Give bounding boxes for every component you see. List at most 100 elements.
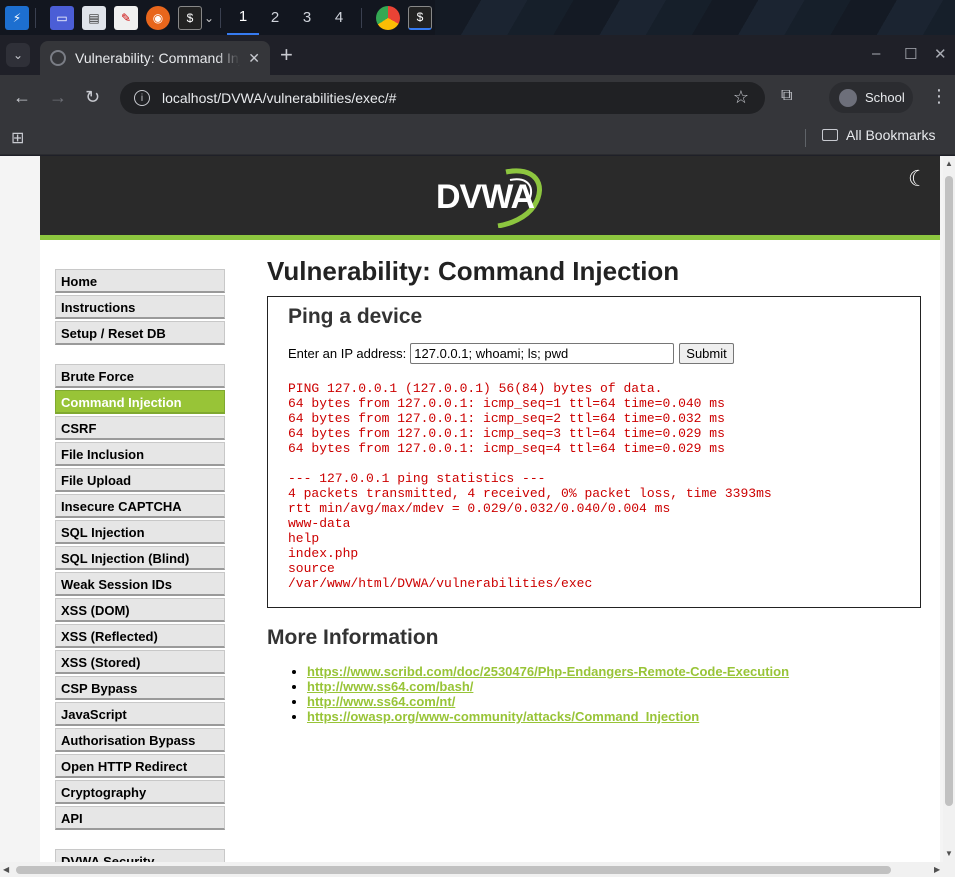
workspace-4[interactable]: 4: [323, 0, 355, 35]
tab-active[interactable]: Vulnerability: Command Injection ✕: [40, 41, 270, 75]
chrome-icon[interactable]: [376, 5, 400, 30]
text-editor-icon[interactable]: ✎: [114, 5, 138, 30]
browser-menu-icon[interactable]: ⋮: [930, 86, 948, 107]
sidebar-item-api[interactable]: API: [55, 806, 225, 830]
new-tab-icon[interactable]: +: [280, 44, 293, 66]
bookmarks-bar: ⊞ All Bookmarks: [0, 120, 955, 155]
sidebar-item-weak-session-ids[interactable]: Weak Session IDs: [55, 572, 225, 596]
scroll-left-icon[interactable]: ◀: [3, 865, 9, 874]
dvwa-logo[interactable]: DVWA: [436, 166, 546, 228]
sidebar-item-sql-injection-blind[interactable]: SQL Injection (Blind): [55, 546, 225, 570]
sidebar-item-insecure-captcha[interactable]: Insecure CAPTCHA: [55, 494, 225, 518]
site-info-icon[interactable]: i: [134, 90, 150, 106]
ping-form: Enter an IP address: Submit: [288, 343, 900, 364]
list-item: http://www.ss64.com/nt/: [307, 694, 922, 709]
url-text[interactable]: localhost/DVWA/vulnerabilities/exec/#: [162, 90, 396, 106]
bookmark-star-icon[interactable]: ☆: [733, 87, 749, 108]
dvwa-header: DVWA ☾: [40, 156, 940, 240]
taskbar-wallpaper-decoration: [435, 0, 955, 35]
sidebar-item-sql-injection[interactable]: SQL Injection: [55, 520, 225, 544]
sidebar-item-command-injection[interactable]: Command Injection: [55, 390, 225, 414]
sidebar-item-xss-stored[interactable]: XSS (Stored): [55, 650, 225, 674]
minimize-icon[interactable]: –: [872, 45, 880, 62]
horizontal-scrollbar[interactable]: ◀ ▶: [0, 862, 955, 877]
forward-icon[interactable]: →: [49, 87, 67, 108]
output-line: 64 bytes from 127.0.0.1: icmp_seq=1 ttl=…: [288, 396, 725, 411]
reload-icon[interactable]: ↻: [85, 87, 100, 108]
dvwa-sidebar-menu: Home Instructions Setup / Reset DB Brute F…: [55, 269, 225, 862]
window-close-icon[interactable]: ✕: [934, 45, 947, 63]
main-content: Vulnerability: Command Injection Ping a …: [267, 256, 922, 724]
all-bookmarks-label: All Bookmarks: [846, 127, 936, 143]
tab-search-icon[interactable]: ⌄: [6, 43, 30, 67]
sidebar-item-xss-dom[interactable]: XSS (DOM): [55, 598, 225, 622]
sidebar-item-xss-reflected[interactable]: XSS (Reflected): [55, 624, 225, 648]
horizontal-scroll-thumb[interactable]: [16, 866, 891, 874]
workspace-3[interactable]: 3: [291, 0, 323, 35]
sidebar-item-dvwa-security[interactable]: DVWA Security: [55, 849, 225, 862]
firefox-icon[interactable]: ◉: [146, 5, 170, 30]
sidebar-item-brute-force[interactable]: Brute Force: [55, 364, 225, 388]
tab-favicon-icon: [50, 50, 66, 66]
vertical-scrollbar[interactable]: ▲ ▼: [943, 156, 955, 862]
terminal-window-icon[interactable]: $: [408, 5, 432, 30]
apps-grid-icon[interactable]: ⊞: [11, 128, 24, 148]
terminal-icon[interactable]: $: [178, 5, 202, 30]
theme-toggle-icon[interactable]: ☾: [908, 166, 938, 196]
profile-name: School: [865, 90, 905, 105]
scroll-up-icon[interactable]: ▲: [945, 159, 953, 168]
extensions-icon[interactable]: ⧉: [781, 87, 792, 105]
output-line: 4 packets transmitted, 4 received, 0% pa…: [288, 486, 772, 501]
back-icon[interactable]: ←: [13, 87, 31, 108]
vulnerable-code-area: Ping a device Enter an IP address: Submi…: [267, 296, 921, 608]
output-line: index.php: [288, 546, 359, 561]
output-line: help: [288, 531, 320, 546]
tab-title: Vulnerability: Command Injection: [75, 50, 240, 66]
sidebar-item-file-inclusion[interactable]: File Inclusion: [55, 442, 225, 466]
sidebar-item-home[interactable]: Home: [55, 269, 225, 293]
more-info-link[interactable]: https://owasp.org/www-community/attacks/…: [307, 709, 699, 724]
sidebar-item-open-http-redirect[interactable]: Open HTTP Redirect: [55, 754, 225, 778]
sidebar-item-javascript[interactable]: JavaScript: [55, 702, 225, 726]
list-item: https://owasp.org/www-community/attacks/…: [307, 709, 922, 724]
ip-label: Enter an IP address:: [288, 346, 407, 361]
scroll-right-icon[interactable]: ▶: [934, 865, 940, 874]
chevron-down-icon[interactable]: ⌄: [204, 6, 214, 30]
scroll-down-icon[interactable]: ▼: [945, 849, 953, 858]
output-line: --- 127.0.0.1 ping statistics ---: [288, 471, 546, 486]
more-info-links: https://www.scribd.com/doc/2530476/Php-E…: [267, 664, 922, 724]
ip-input[interactable]: [410, 343, 675, 364]
more-info-link[interactable]: http://www.ss64.com/nt/: [307, 694, 455, 709]
all-bookmarks-button[interactable]: All Bookmarks: [822, 127, 935, 143]
sidebar-item-setup-reset-db[interactable]: Setup / Reset DB: [55, 321, 225, 345]
address-bar[interactable]: i localhost/DVWA/vulnerabilities/exec/# …: [120, 82, 765, 114]
taskbar-separator: [361, 7, 362, 28]
maximize-icon[interactable]: ☐: [904, 45, 917, 63]
avatar: [839, 88, 857, 107]
profile-button[interactable]: School: [829, 82, 913, 113]
vertical-scroll-thumb[interactable]: [945, 176, 953, 806]
output-line: rtt min/avg/max/mdev = 0.029/0.032/0.040…: [288, 501, 671, 516]
tab-close-icon[interactable]: ✕: [248, 50, 260, 67]
sidebar-item-cryptography[interactable]: Cryptography: [55, 780, 225, 804]
desktop-icon[interactable]: ▭: [50, 5, 74, 30]
output-line: source: [288, 561, 335, 576]
output-line: PING 127.0.0.1 (127.0.0.1) 56(84) bytes …: [288, 381, 663, 396]
sidebar-item-authorisation-bypass[interactable]: Authorisation Bypass: [55, 728, 225, 752]
sidebar-item-csp-bypass[interactable]: CSP Bypass: [55, 676, 225, 700]
workspace-1[interactable]: 1: [227, 0, 259, 35]
os-taskbar: ⚡ ▭ ▤ ✎ ◉ $ ⌄ 1 2 3 4 $: [0, 0, 955, 35]
output-line: 64 bytes from 127.0.0.1: icmp_seq=2 ttl=…: [288, 411, 725, 426]
list-item: http://www.ss64.com/bash/: [307, 679, 922, 694]
more-info-heading: More Information: [267, 626, 439, 649]
sidebar-item-csrf[interactable]: CSRF: [55, 416, 225, 440]
more-info-link[interactable]: https://www.scribd.com/doc/2530476/Php-E…: [307, 664, 789, 679]
bookmarks-separator: [805, 129, 806, 147]
workspace-2[interactable]: 2: [259, 0, 291, 35]
kali-menu-icon[interactable]: ⚡: [5, 5, 29, 30]
submit-button[interactable]: Submit: [679, 343, 734, 364]
sidebar-item-instructions[interactable]: Instructions: [55, 295, 225, 319]
more-info-link[interactable]: http://www.ss64.com/bash/: [307, 679, 473, 694]
file-manager-icon[interactable]: ▤: [82, 5, 106, 30]
sidebar-item-file-upload[interactable]: File Upload: [55, 468, 225, 492]
